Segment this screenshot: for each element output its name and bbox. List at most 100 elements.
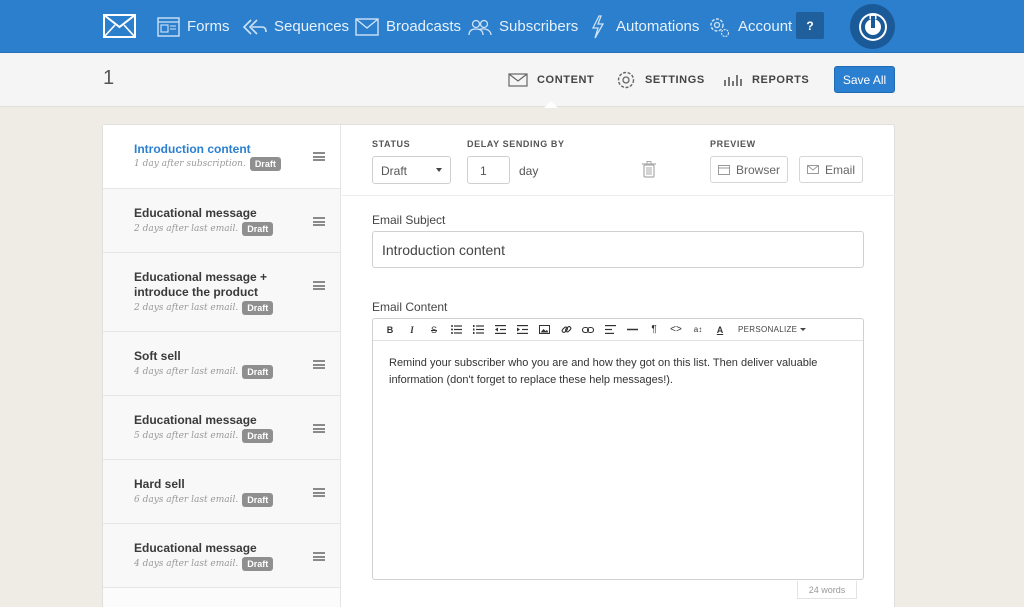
email-settings-row: STATUS Draft DELAY SENDING BY 1 day PREV… [342,125,895,196]
envelope-icon [508,73,528,87]
nav-sequences[interactable]: Sequences [242,0,349,53]
tab-reports-label: REPORTS [752,74,810,86]
users-icon [468,19,492,35]
status-badge: Draft [242,222,274,236]
unlink-icon[interactable] [577,319,599,341]
nav-subscribers-label: Subscribers [499,18,579,35]
drag-handle-icon[interactable] [313,488,325,497]
help-button[interactable]: ? [796,12,824,39]
indent-icon[interactable] [511,319,533,341]
tab-settings-label: SETTINGS [645,74,705,86]
trash-icon[interactable] [642,161,656,183]
status-badge: Draft [242,301,274,315]
link-icon[interactable] [555,319,577,341]
status-select[interactable]: Draft [372,156,451,184]
drag-handle-icon[interactable] [313,552,325,561]
email-schedule: 6 days after last email. [134,495,239,505]
tab-content[interactable]: CONTENT [508,53,595,108]
content-label: Email Content [372,300,448,314]
status-badge: Draft [242,429,274,443]
email-list: Introduction content 1 day after subscri… [103,125,341,607]
tab-content-label: CONTENT [537,74,595,86]
email-schedule: 4 days after last email. [134,559,239,569]
email-schedule: 4 days after last email. [134,367,239,377]
email-item-5[interactable]: Educational message 5 days after last em… [103,396,340,460]
delay-label: DELAY SENDING BY [467,139,565,149]
email-meta: 6 days after last email. Draft [134,493,274,507]
email-editor: STATUS Draft DELAY SENDING BY 1 day PREV… [342,125,895,607]
tab-settings[interactable]: SETTINGS [616,53,705,107]
italic-icon[interactable]: I [401,319,423,341]
code-icon[interactable]: <> [665,319,687,341]
caret-down-icon [436,168,442,172]
font-size-icon[interactable]: a↕ [687,319,709,341]
email-title: Educational message + introduce the prod… [134,270,268,299]
image-icon[interactable] [533,319,555,341]
delay-input[interactable]: 1 [467,156,510,184]
sequence-title: 1 [103,67,115,89]
text-color-icon[interactable]: A [709,319,731,341]
bold-icon[interactable]: B [379,319,401,341]
align-left-icon[interactable] [599,319,621,341]
drag-handle-icon[interactable] [313,424,325,433]
email-title: Educational message [134,413,257,427]
strikethrough-icon[interactable]: S [423,319,445,341]
sequence-header: 1 CONTENT SETTINGS REPORTS Save All [0,53,1024,108]
lightning-icon [591,14,605,38]
outdent-icon[interactable] [489,319,511,341]
personalize-dropdown[interactable]: PERSONALIZE [738,325,807,334]
numbered-list-icon[interactable] [467,319,489,341]
nav-broadcasts-label: Broadcasts [386,18,462,35]
drag-handle-icon[interactable] [313,217,325,226]
horizontal-rule-icon[interactable] [621,319,643,341]
email-meta: 2 days after last email. Draft [134,222,274,236]
preview-browser-button[interactable]: Browser [710,156,788,183]
editor-toolbar: B I S ¶ <> a↕ A PERSONALIZE [373,319,863,341]
paragraph-icon[interactable]: ¶ [643,319,665,341]
nav-broadcasts[interactable]: Broadcasts [355,0,461,53]
email-content-editor[interactable]: B I S ¶ <> a↕ A PERSONALIZE Remind your … [372,318,864,580]
email-title: Educational message [134,206,257,220]
preview-label: PREVIEW [710,139,756,149]
nav-forms[interactable]: Forms [157,0,230,53]
drag-handle-icon[interactable] [313,281,325,290]
bulleted-list-icon[interactable] [445,319,467,341]
email-item-1[interactable]: Introduction content 1 day after subscri… [103,125,340,189]
preview-email-button[interactable]: Email [799,156,863,183]
subject-input[interactable]: Introduction content [372,231,864,268]
tab-reports[interactable]: REPORTS [723,53,809,107]
power-icon [858,12,887,41]
envelope-logo-icon[interactable] [103,14,136,38]
top-navigation: Forms Sequences Broadcasts Subscribers A… [0,0,1024,53]
email-schedule: 5 days after last email. [134,431,239,441]
nav-subscribers[interactable]: Subscribers [468,0,578,53]
nav-automations[interactable]: Automations [590,0,699,53]
email-meta: 4 days after last email. Draft [134,365,274,379]
word-count: 24 words [797,581,857,599]
save-all-button[interactable]: Save All [834,66,895,93]
bar-chart-icon [724,75,742,86]
drag-handle-icon[interactable] [313,360,325,369]
avatar[interactable] [850,4,895,49]
subject-label: Email Subject [372,213,446,227]
drag-handle-icon[interactable] [313,152,325,161]
nav-automations-label: Automations [616,18,700,35]
email-meta: 5 days after last email. Draft [134,429,274,443]
nav-account[interactable]: Account [707,0,792,53]
email-meta: 1 day after subscription. Draft [134,157,281,171]
email-item-2[interactable]: Educational message 2 days after last em… [103,189,340,253]
email-item-6[interactable]: Hard sell 6 days after last email. Draft [103,460,340,524]
caret-down-icon [800,328,807,331]
delay-unit: day [519,164,539,178]
sequence-editor-card: Introduction content 1 day after subscri… [102,124,895,607]
email-schedule: 2 days after last email. [134,224,239,234]
email-item-4[interactable]: Soft sell 4 days after last email. Draft [103,332,340,396]
email-title: Soft sell [134,349,181,363]
email-body-text[interactable]: Remind your subscriber who you are and h… [389,355,844,389]
email-title: Introduction content [134,142,251,156]
browser-icon [717,164,730,175]
nav-sequences-label: Sequences [274,18,350,35]
email-item-3[interactable]: Educational message + introduce the prod… [103,253,340,332]
email-item-7[interactable]: Educational message 4 days after last em… [103,524,340,588]
gear-icon [710,17,730,37]
